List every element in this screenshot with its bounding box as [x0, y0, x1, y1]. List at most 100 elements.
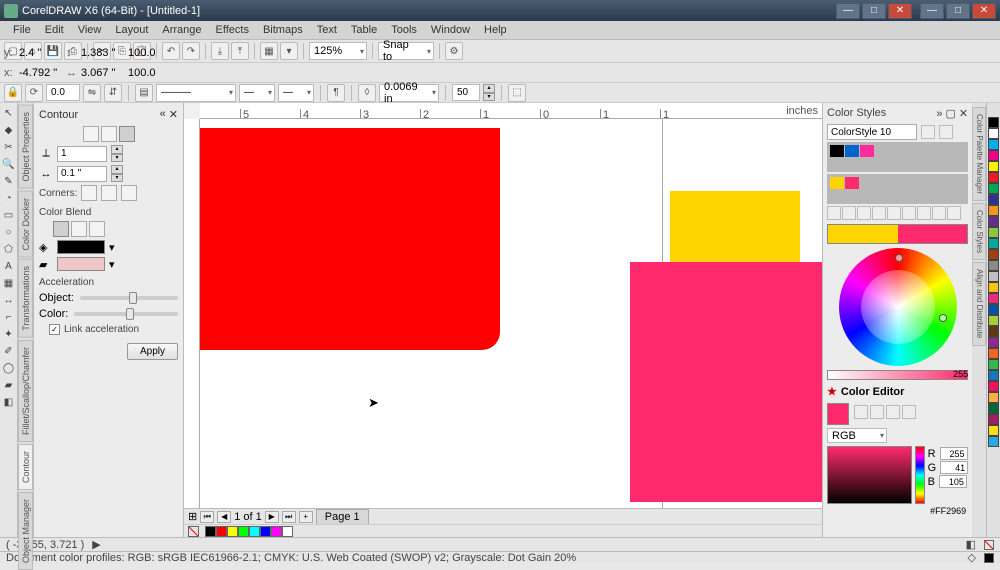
corner-round-icon[interactable] — [101, 185, 117, 201]
palette-swatch-1[interactable] — [988, 128, 999, 139]
tab-contour[interactable]: Contour — [18, 444, 33, 490]
menu-table[interactable]: Table — [344, 22, 384, 38]
tab-transformations[interactable]: Transformations — [18, 259, 33, 338]
style-tool-5[interactable] — [887, 206, 901, 220]
palette-blue[interactable] — [260, 526, 271, 537]
palette-swatch-13[interactable] — [988, 260, 999, 271]
color-field[interactable] — [827, 446, 912, 504]
nofill-icon[interactable] — [188, 526, 199, 537]
first-page-button[interactable]: ⏮ — [200, 511, 214, 523]
polygon-tool-icon[interactable]: ⬠ — [1, 241, 17, 257]
menu-view[interactable]: View — [71, 22, 109, 38]
accel-color-slider[interactable] — [74, 312, 178, 316]
contour-outside-icon[interactable] — [119, 126, 135, 142]
open-icon[interactable]: ⌂ — [24, 42, 42, 60]
scalex-value[interactable]: 100.0 — [128, 67, 172, 79]
rtab-align[interactable]: Align and Distribute — [972, 262, 986, 345]
blend-ccw-icon[interactable] — [89, 221, 105, 237]
palette-swatch-12[interactable] — [988, 249, 999, 260]
contour-center-icon[interactable] — [101, 126, 117, 142]
palette-yellow[interactable] — [227, 526, 238, 537]
palette-swatch-24[interactable] — [988, 381, 999, 392]
palette-swatch-23[interactable] — [988, 370, 999, 381]
doc-minimize-button[interactable]: — — [920, 3, 944, 19]
mirror-h-icon[interactable]: ⇋ — [83, 84, 101, 102]
lock-icon[interactable]: 🔒 — [4, 84, 22, 102]
menu-layout[interactable]: Layout — [108, 22, 155, 38]
outline-indicator-icon[interactable]: ◇ — [968, 551, 976, 564]
linestyle-dropdown[interactable]: ——— — [156, 84, 236, 102]
order-icon[interactable]: ▤ — [135, 84, 153, 102]
tab-color-docker[interactable]: Color Docker — [18, 191, 33, 258]
export-icon[interactable]: ⤒ — [231, 42, 249, 60]
menu-effects[interactable]: Effects — [209, 22, 256, 38]
color-model-dropdown[interactable]: RGB — [827, 428, 887, 443]
publish-icon[interactable]: ▦ — [260, 42, 278, 60]
b-input[interactable] — [939, 475, 967, 488]
prev-page-button[interactable]: ◀ — [217, 511, 231, 523]
mode-more-icon[interactable] — [902, 405, 916, 419]
mode-sliders-icon[interactable] — [870, 405, 884, 419]
options-icon[interactable]: ⚙ — [445, 42, 463, 60]
add-page-button[interactable]: + — [299, 511, 313, 523]
palette-black[interactable] — [205, 526, 216, 537]
status-next-icon[interactable]: ▶ — [92, 538, 100, 551]
menu-bitmaps[interactable]: Bitmaps — [256, 22, 310, 38]
style-tool-6[interactable] — [902, 206, 916, 220]
menu-file[interactable]: File — [6, 22, 38, 38]
palette-swatch-0[interactable] — [988, 117, 999, 128]
palette-swatch-7[interactable] — [988, 194, 999, 205]
palette-swatch-21[interactable] — [988, 348, 999, 359]
palette-cyan[interactable] — [249, 526, 260, 537]
style-group-1[interactable] — [827, 142, 968, 172]
accel-object-slider[interactable] — [80, 296, 178, 300]
style-tool-4[interactable] — [872, 206, 886, 220]
text-tool-icon[interactable]: A — [1, 258, 17, 274]
style-tool-9[interactable] — [947, 206, 961, 220]
arrow-end-dropdown[interactable]: — — [278, 84, 314, 102]
outline-width-dropdown[interactable]: 0.0069 in — [379, 84, 439, 102]
rectangle-tool-icon[interactable]: ▭ — [1, 207, 17, 223]
status-fill-swatch[interactable] — [984, 540, 994, 550]
menu-window[interactable]: Window — [424, 22, 477, 38]
editor-current-swatch[interactable] — [827, 403, 849, 425]
palette-swatch-4[interactable] — [988, 161, 999, 172]
palette-swatch-11[interactable] — [988, 238, 999, 249]
hue-slider[interactable] — [915, 446, 924, 504]
offset-spinner[interactable]: ▴▾ — [111, 165, 123, 182]
copies-input[interactable]: 50 — [452, 84, 480, 101]
corner-bevel-icon[interactable] — [121, 185, 137, 201]
palette-swatch-6[interactable] — [988, 183, 999, 194]
menu-text[interactable]: Text — [310, 22, 344, 38]
palette-swatch-19[interactable] — [988, 326, 999, 337]
x-value[interactable]: -4.792 " — [19, 67, 63, 79]
outline-dropdown-icon[interactable]: ▾ — [109, 241, 115, 254]
steps-spinner[interactable]: ▴▾ — [111, 145, 123, 162]
menu-tools[interactable]: Tools — [384, 22, 424, 38]
fill-dropdown-icon[interactable]: ▾ — [109, 258, 115, 271]
next-page-button[interactable]: ▶ — [265, 511, 279, 523]
doc-close-button[interactable]: ✕ — [972, 3, 996, 19]
palette-swatch-2[interactable] — [988, 139, 999, 150]
page-corner-icon[interactable]: ⊞ — [188, 510, 197, 523]
docker-collapse-icon[interactable]: « — [160, 108, 166, 121]
docker-close-icon[interactable]: ✕ — [169, 108, 178, 121]
contour-steps-input[interactable] — [57, 146, 107, 162]
wrap-icon[interactable]: ¶ — [327, 84, 345, 102]
arrow-start-dropdown[interactable]: — — [239, 84, 275, 102]
contour-offset-input[interactable] — [57, 166, 107, 182]
last-page-button[interactable]: ⏭ — [282, 511, 296, 523]
rtab-palette-mgr[interactable]: Color Palette Manager — [972, 107, 986, 201]
w-value[interactable]: 3.067 " — [81, 67, 125, 79]
palette-swatch-14[interactable] — [988, 271, 999, 282]
palette-green[interactable] — [238, 526, 249, 537]
print-icon[interactable]: ⎙ — [64, 42, 82, 60]
menu-edit[interactable]: Edit — [38, 22, 71, 38]
options-dropdown-icon[interactable]: ▾ — [280, 42, 298, 60]
palette-swatch-20[interactable] — [988, 337, 999, 348]
palette-red[interactable] — [216, 526, 227, 537]
palette-swatch-25[interactable] — [988, 392, 999, 403]
palette-swatch-27[interactable] — [988, 414, 999, 425]
palette-swatch-22[interactable] — [988, 359, 999, 370]
rotate-icon[interactable]: ⟳ — [25, 84, 43, 102]
